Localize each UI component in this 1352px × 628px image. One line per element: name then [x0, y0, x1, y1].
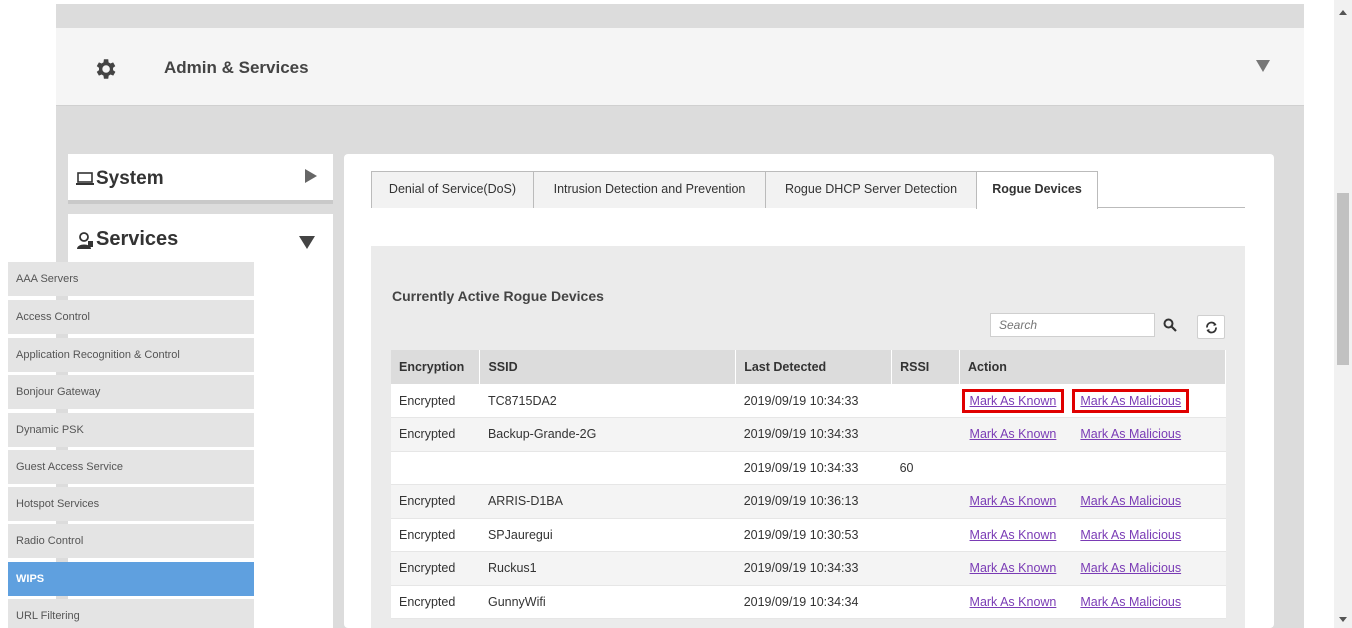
page-title: Admin & Services	[164, 58, 309, 77]
gear-icon	[96, 59, 116, 79]
sidebar-item-hotspot-services[interactable]: Hotspot Services	[8, 487, 254, 521]
mark-as-known-link[interactable]: Mark As Known	[962, 523, 1065, 547]
tab-intrusion-detection[interactable]: Intrusion Detection and Prevention	[533, 171, 766, 208]
mark-as-known-link[interactable]: Mark As Known	[962, 489, 1065, 513]
cell-encryption: Encrypted	[391, 518, 480, 552]
mark-as-malicious-link[interactable]: Mark As Malicious	[1072, 556, 1189, 580]
cell-rssi	[891, 417, 960, 452]
table-row: Encrypted Ruckus1 2019/09/19 10:34:33 Mark …	[391, 551, 1226, 586]
cell-last-detected: 2019/09/19 10:34:33	[735, 417, 892, 452]
cell-rssi	[891, 518, 960, 552]
cell-encryption: Encrypted	[391, 551, 480, 586]
sidebar-item-dynamic-psk[interactable]: Dynamic PSK	[8, 413, 254, 447]
mark-as-malicious-link[interactable]: Mark As Malicious	[1072, 523, 1189, 547]
search-input[interactable]	[990, 313, 1155, 337]
refresh-icon	[1206, 321, 1217, 334]
scrollbar-thumb[interactable]	[1337, 193, 1349, 365]
column-header-encryption[interactable]: Encryption	[391, 350, 481, 384]
cell-encryption: Encrypted	[391, 484, 480, 519]
column-header-action: Action	[959, 350, 1226, 384]
sidebar-item-bonjour-gateway[interactable]: Bonjour Gateway	[8, 375, 254, 409]
table-row: 2019/09/19 10:34:33 60	[391, 451, 1226, 485]
sidebar-item-app-recognition[interactable]: Application Recognition & Control	[8, 338, 254, 372]
cell-action: Mark As Known Mark As Malicious	[959, 484, 1226, 519]
sidebar-item-radio-control[interactable]: Radio Control	[8, 524, 254, 558]
mark-as-known-link[interactable]: Mark As Known	[961, 388, 1065, 413]
cell-ssid	[479, 451, 736, 485]
mark-as-malicious-link[interactable]: Mark As Malicious	[1072, 388, 1190, 413]
sidebar-item-wips[interactable]: WIPS	[8, 562, 254, 596]
cell-last-detected: 2019/09/19 10:36:13	[735, 484, 892, 519]
cell-last-detected: 2019/09/19 10:34:33	[735, 551, 892, 586]
mark-as-known-link[interactable]: Mark As Known	[962, 556, 1065, 580]
cell-rssi	[891, 585, 960, 619]
sidebar-item-access-control[interactable]: Access Control	[8, 300, 254, 334]
sidebar-item-url-filtering[interactable]: URL Filtering	[8, 599, 254, 628]
cell-encryption	[391, 451, 480, 485]
cell-last-detected: 2019/09/19 10:34:33	[735, 451, 892, 485]
mark-as-malicious-link[interactable]: Mark As Malicious	[1072, 422, 1189, 446]
cell-ssid: Backup-Grande-2G	[479, 417, 736, 452]
cell-ssid: ARRIS-D1BA	[479, 484, 736, 519]
tab-rogue-dhcp[interactable]: Rogue DHCP Server Detection	[765, 171, 977, 208]
cell-ssid: Ruckus1	[479, 551, 736, 586]
laptop-icon	[76, 172, 94, 185]
search-icon[interactable]	[1163, 318, 1177, 332]
cell-last-detected: 2019/09/19 10:34:33	[735, 384, 892, 418]
cell-action: Mark As Known Mark As Malicious	[959, 384, 1226, 418]
cell-rssi	[891, 484, 960, 519]
cell-action: Mark As Known Mark As Malicious	[959, 518, 1226, 552]
expand-arrow-icon	[305, 169, 317, 183]
cell-action: Mark As Known Mark As Malicious	[959, 551, 1226, 586]
column-header-rssi[interactable]: RSSI	[891, 350, 961, 384]
table-row: Encrypted SPJauregui 2019/09/19 10:30:53 Ma…	[391, 518, 1226, 552]
cell-last-detected: 2019/09/19 10:30:53	[735, 518, 892, 552]
cell-action: Mark As Known Mark As Malicious	[959, 585, 1226, 619]
sidebar-item-aaa-servers[interactable]: AAA Servers	[8, 262, 254, 296]
services-icon	[77, 232, 93, 249]
sidebar-services-label: Services	[96, 228, 179, 250]
cell-rssi	[891, 384, 960, 418]
cell-ssid: GunnyWifi	[479, 585, 736, 619]
table-header-row: Encryption SSID Last Detected RSSI Actio…	[391, 350, 1226, 384]
table-row: Encrypted GunnyWifi 2019/09/19 10:34:34 Mar…	[391, 585, 1226, 619]
sidebar-item-guest-access[interactable]: Guest Access Service	[8, 450, 254, 484]
tab-denial-of-service[interactable]: Denial of Service(DoS)	[371, 171, 534, 208]
tab-rogue-devices[interactable]: Rogue Devices	[976, 171, 1098, 209]
column-header-last-detected[interactable]: Last Detected	[735, 350, 893, 384]
scroll-up-icon[interactable]	[1339, 10, 1347, 15]
column-header-ssid[interactable]: SSID	[479, 350, 737, 384]
scroll-down-icon[interactable]	[1339, 617, 1347, 622]
rogue-devices-table: Encryption SSID Last Detected RSSI Actio…	[391, 350, 1226, 619]
table-row: Encrypted Backup-Grande-2G 2019/09/19 10:3…	[391, 417, 1226, 452]
mark-as-known-link[interactable]: Mark As Known	[962, 590, 1065, 614]
mark-as-malicious-link[interactable]: Mark As Malicious	[1072, 489, 1189, 513]
refresh-button[interactable]	[1197, 315, 1225, 339]
mark-as-known-link[interactable]: Mark As Known	[962, 422, 1065, 446]
cell-last-detected: 2019/09/19 10:34:34	[735, 585, 892, 619]
cell-ssid: TC8715DA2	[479, 384, 736, 418]
collapse-header-icon[interactable]	[1256, 60, 1270, 72]
cell-rssi: 60	[891, 451, 960, 485]
table-row: Encrypted ARRIS-D1BA 2019/09/19 10:36:13 Ma…	[391, 484, 1226, 519]
cell-encryption: Encrypted	[391, 384, 480, 418]
section-title: Currently Active Rogue Devices	[392, 288, 604, 304]
table-row: Encrypted TC8715DA2 2019/09/19 10:34:33 Mar…	[391, 384, 1226, 418]
collapse-arrow-icon	[299, 236, 315, 249]
sidebar-system[interactable]: System	[68, 154, 333, 204]
mark-as-malicious-link[interactable]: Mark As Malicious	[1072, 590, 1189, 614]
cell-rssi	[891, 551, 960, 586]
cell-ssid: SPJauregui	[479, 518, 736, 552]
cell-action: Mark As Known Mark As Malicious	[959, 417, 1226, 452]
cell-action	[959, 451, 1226, 485]
cell-encryption: Encrypted	[391, 585, 480, 619]
sidebar-system-label: System	[96, 168, 164, 189]
cell-encryption: Encrypted	[391, 417, 480, 452]
